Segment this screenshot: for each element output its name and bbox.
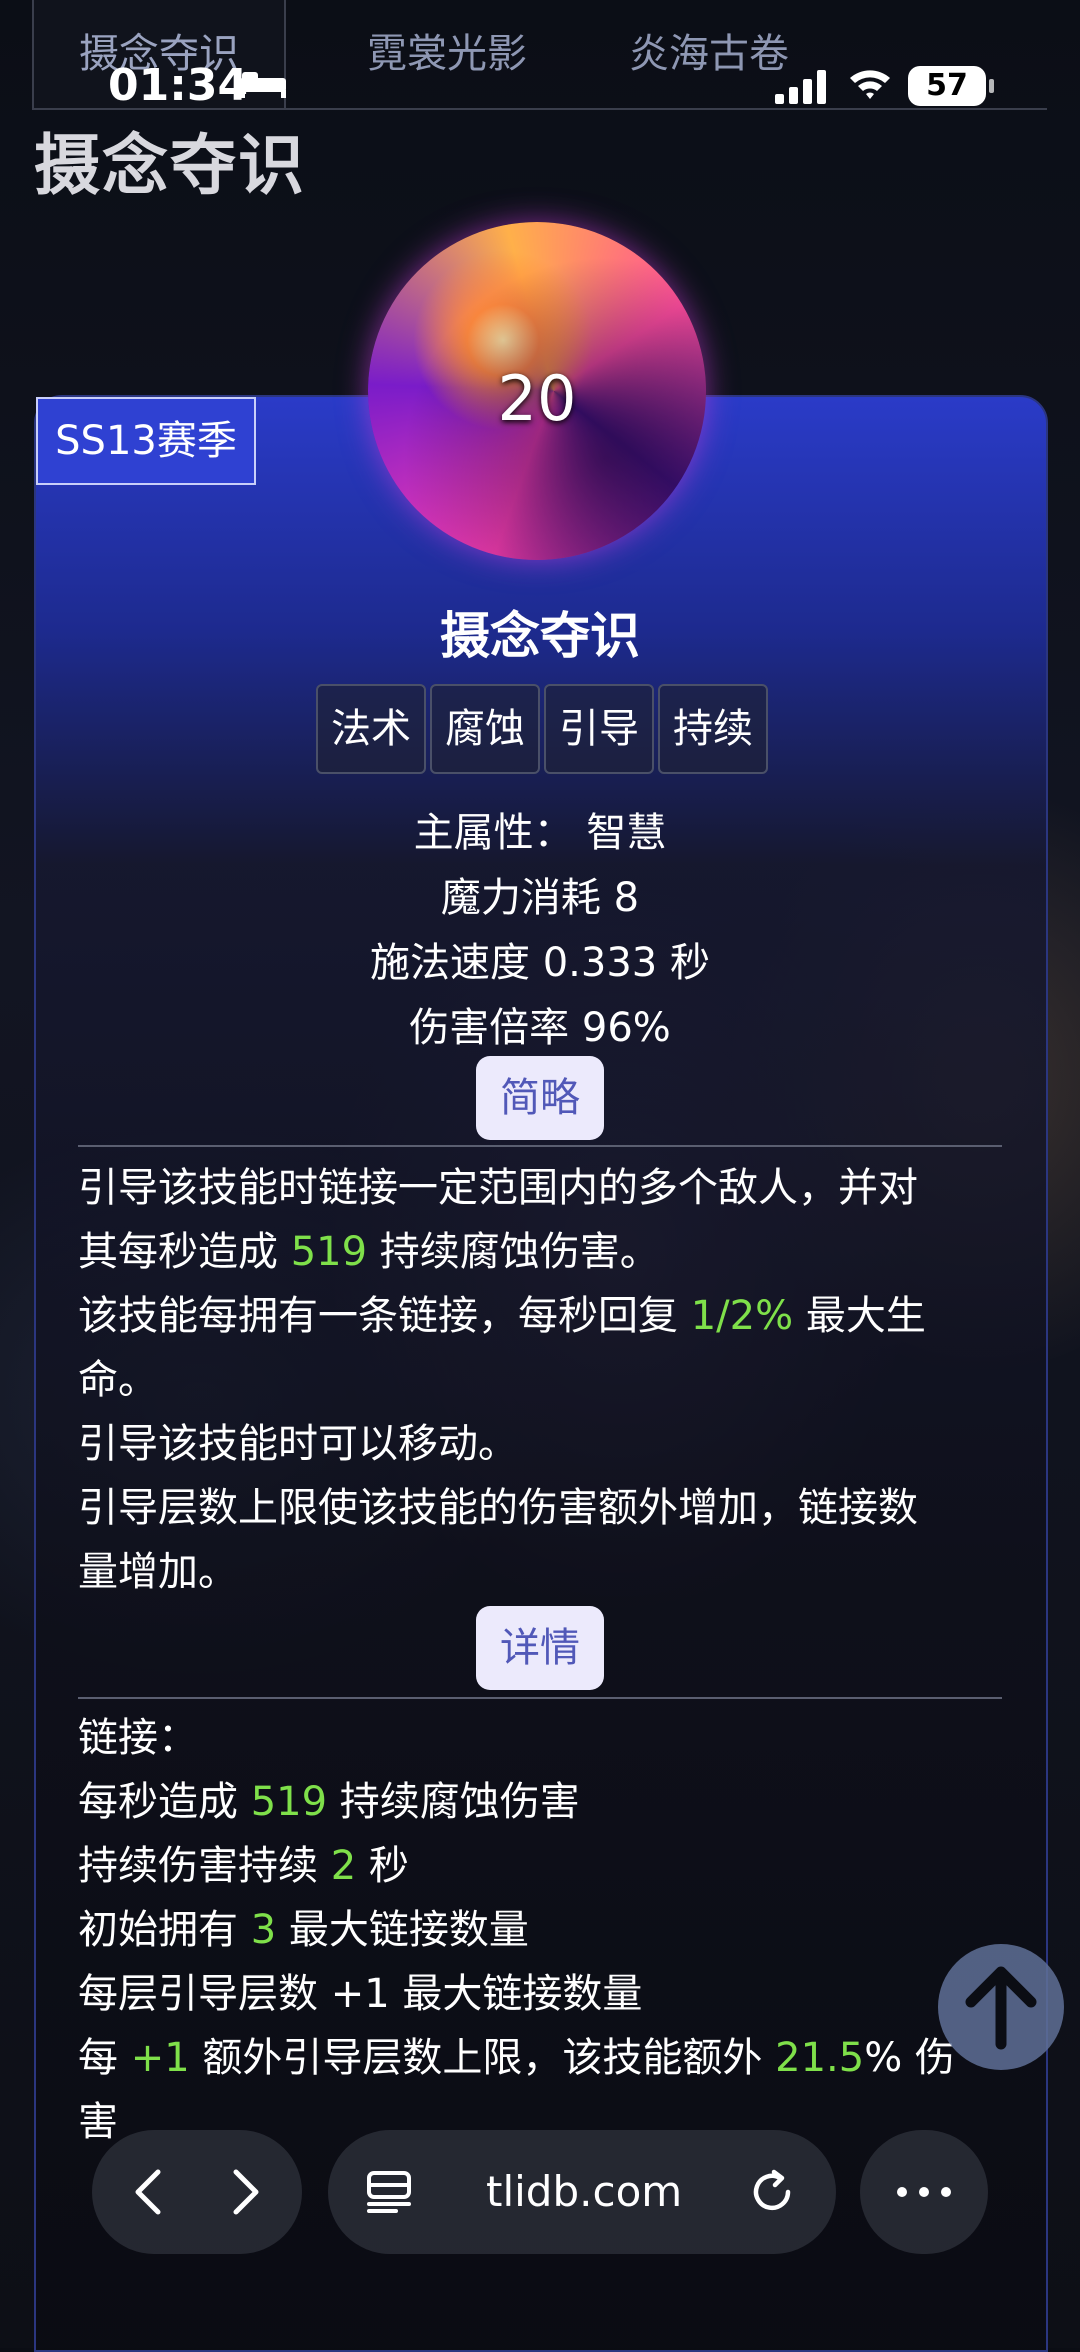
detail-line: 持续伤害持续 2 秒 [78, 1834, 1018, 1898]
arrow-up-icon [965, 1966, 1037, 2050]
detail-line: 每 +1 额外引导层数上限，该技能额外 21.5% 伤 [78, 2026, 1018, 2090]
stat-mana: 魔力消耗 8 [440, 875, 640, 921]
address-bar[interactable]: tlidb.com [328, 2130, 836, 2254]
desc-text: 该技能每拥有一条链接，每秒回复 [78, 1293, 691, 1339]
desc-text: 量增加。 [78, 1549, 238, 1595]
desc-line: 量增加。 [78, 1540, 1018, 1604]
desc-text: 最大生 [793, 1293, 926, 1339]
page-menu-icon[interactable] [366, 2170, 412, 2214]
page-title: 摄念夺识 [34, 127, 306, 204]
desc-text: 持续腐蚀伤害。 [367, 1229, 660, 1275]
divider [78, 1145, 1002, 1147]
sleep-mode-icon [240, 72, 286, 98]
tag-erosion[interactable]: 腐蚀 [430, 684, 540, 774]
nav-buttons [92, 2130, 302, 2254]
divider [78, 1697, 1002, 1699]
detail-line: 初始拥有 3 最大链接数量 [78, 1898, 1018, 1962]
detail-line: 链接： [78, 1706, 1018, 1770]
detail-text: 持续腐蚀伤害 [327, 1779, 580, 1825]
desc-line: 引导该技能时可以移动。 [78, 1412, 1018, 1476]
cellular-signal-icon [775, 70, 826, 104]
desc-text: 引导该技能时链接一定范围内的多个敌人，并对 [78, 1165, 918, 1211]
brief-button[interactable]: 简略 [476, 1056, 604, 1140]
detail-text: 额外引导层数上限，该技能额外 [189, 2035, 776, 2081]
skill-description: 引导该技能时链接一定范围内的多个敌人，并对 其每秒造成 519 持续腐蚀伤害。 … [78, 1156, 1018, 1604]
desc-line: 该技能每拥有一条链接，每秒回复 1/2% 最大生 [78, 1284, 1018, 1348]
tag-spell[interactable]: 法术 [316, 684, 426, 774]
status-bar: 01:34 57 [0, 0, 1080, 120]
wifi-icon [850, 70, 890, 99]
detail-text: 每秒造成 [78, 1779, 251, 1825]
skill-tags: 法术 腐蚀 引导 持续 [316, 684, 768, 774]
desc-line: 引导该技能时链接一定范围内的多个敌人，并对 [78, 1156, 1018, 1220]
detail-text: 秒 [356, 1843, 409, 1889]
value-highlight: +1 [130, 2035, 190, 2081]
status-time: 01:34 [108, 60, 249, 111]
detail-text: 每 [78, 2035, 131, 2081]
desc-text: 其每秒造成 [78, 1229, 291, 1275]
detail-line: 每层引导层数 +1 最大链接数量 [78, 1962, 1018, 2026]
scroll-to-top-button[interactable] [938, 1944, 1064, 2070]
reload-icon[interactable] [748, 2168, 796, 2216]
desc-text: 引导该技能时可以移动。 [78, 1421, 518, 1467]
tag-duration[interactable]: 持续 [658, 684, 768, 774]
desc-text: 引导层数上限使该技能的伤害额外增加，链接数 [78, 1485, 918, 1531]
season-badge: SS13赛季 [36, 397, 256, 485]
more-icon [897, 2187, 951, 2197]
detail-text: 害 [78, 2099, 118, 2145]
detail-heading: 链接： [78, 1715, 198, 1761]
value-highlight: 3 [250, 1907, 277, 1953]
desc-line: 引导层数上限使该技能的伤害额外增加，链接数 [78, 1476, 1018, 1540]
detail-text: 最大链接数量 [276, 1907, 529, 1953]
detail-text: 初始拥有 [78, 1907, 251, 1953]
url-text[interactable]: tlidb.com [486, 2130, 682, 2254]
detail-button[interactable]: 详情 [476, 1606, 604, 1690]
value-highlight: 2 [330, 1843, 357, 1889]
forward-icon[interactable] [214, 2162, 274, 2222]
skill-icon: 20 [368, 222, 706, 560]
value-highlight: 519 [250, 1779, 328, 1825]
value-highlight: 1/2% [690, 1293, 794, 1339]
detail-text: 每层引导层数 +1 最大链接数量 [78, 1971, 643, 2017]
skill-details: 链接： 每秒造成 519 持续腐蚀伤害 持续伤害持续 2 秒 初始拥有 3 最大… [78, 1706, 1018, 2154]
desc-text: 命。 [78, 1357, 158, 1403]
detail-text: 持续伤害持续 [78, 1843, 331, 1889]
back-icon[interactable] [120, 2162, 180, 2222]
desc-line: 其每秒造成 519 持续腐蚀伤害。 [78, 1220, 1018, 1284]
skill-name: 摄念夺识 [440, 607, 640, 665]
stat-damage-mult: 伤害倍率 96% [409, 1005, 671, 1051]
tag-channel[interactable]: 引导 [544, 684, 654, 774]
stat-main-attr: 主属性： 智慧 [413, 810, 667, 856]
skill-level: 20 [497, 362, 577, 435]
battery-indicator: 57 [908, 66, 994, 106]
stat-cast-speed: 施法速度 0.333 秒 [370, 940, 710, 986]
detail-line: 每秒造成 519 持续腐蚀伤害 [78, 1770, 1018, 1834]
more-button[interactable] [860, 2130, 988, 2254]
value-highlight: 519 [290, 1229, 368, 1275]
desc-line: 命。 [78, 1348, 1018, 1412]
value-highlight: 21.5 [775, 2035, 865, 2081]
